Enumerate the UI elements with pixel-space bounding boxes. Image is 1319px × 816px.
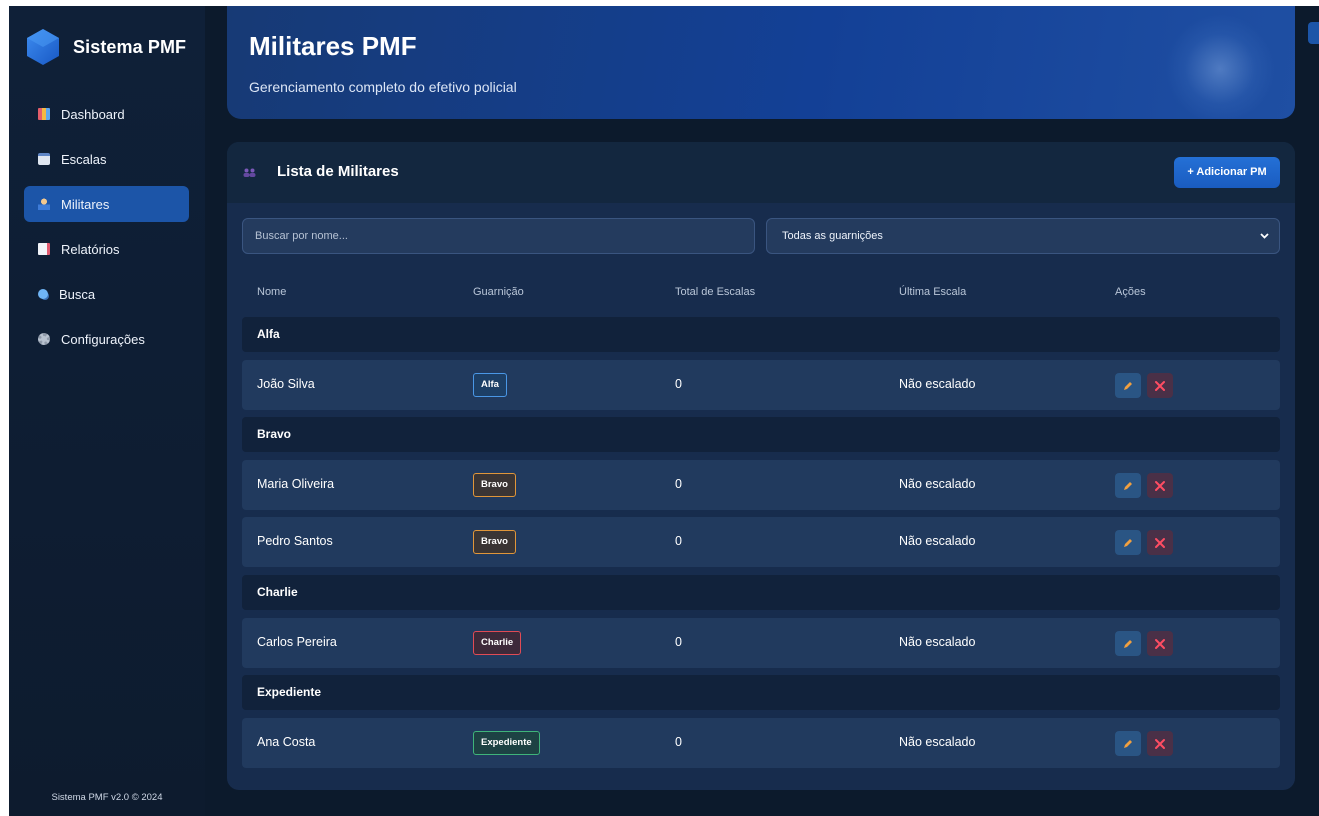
sidebar-nav: Dashboard Escalas Militares Relatórios B… bbox=[24, 96, 189, 366]
cell-nome: Pedro Santos bbox=[257, 534, 333, 548]
sidebar-item-relatorios[interactable]: Relatórios bbox=[24, 231, 189, 267]
pencil-icon bbox=[1124, 482, 1132, 490]
cell-total: 0 bbox=[675, 735, 682, 749]
edit-button[interactable] bbox=[1115, 373, 1141, 398]
guarnicao-badge: Bravo bbox=[473, 530, 516, 554]
app-shell: Sistema PMF Dashboard Escalas Militares … bbox=[9, 6, 1319, 816]
sidebar-item-label: Militares bbox=[61, 196, 110, 212]
brand-name: Sistema PMF bbox=[73, 36, 187, 57]
sidebar-footer: Sistema PMF v2.0 © 2024 bbox=[51, 792, 163, 803]
report-icon bbox=[38, 243, 50, 255]
edit-button[interactable] bbox=[1115, 731, 1141, 756]
column-header-acoes: Ações bbox=[1115, 286, 1146, 298]
edit-button[interactable] bbox=[1115, 473, 1141, 498]
add-pm-button[interactable]: + Adicionar PM bbox=[1174, 157, 1280, 188]
select-value: Todas as guarnições bbox=[782, 230, 883, 242]
cell-total: 0 bbox=[675, 534, 682, 548]
table-row: Carlos Pereira Charlie 0 Não escalado bbox=[242, 618, 1280, 668]
column-header-total: Total de Escalas bbox=[675, 286, 756, 298]
pencil-icon bbox=[1124, 382, 1132, 390]
table-row: Maria Oliveira Bravo 0 Não escalado bbox=[242, 460, 1280, 510]
sidebar-item-escalas[interactable]: Escalas bbox=[24, 141, 189, 177]
group-header-alfa: Alfa bbox=[242, 317, 1280, 352]
page-header: Militares PMF Gerenciamento completo do … bbox=[227, 6, 1295, 119]
table-row: Pedro Santos Bravo 0 Não escalado bbox=[242, 517, 1280, 567]
people-icon bbox=[243, 168, 256, 177]
card-title: Lista de Militares bbox=[277, 163, 399, 180]
page-subtitle: Gerenciamento completo do efetivo polici… bbox=[249, 79, 517, 95]
gear-icon bbox=[38, 333, 50, 345]
delete-button[interactable] bbox=[1147, 530, 1173, 555]
guarnicao-badge: Expediente bbox=[473, 731, 540, 755]
officer-icon bbox=[38, 198, 50, 210]
header-glow-decoration bbox=[1165, 14, 1275, 119]
hexagon-logo-icon bbox=[27, 29, 59, 65]
delete-button[interactable] bbox=[1147, 373, 1173, 398]
cell-nome: João Silva bbox=[257, 377, 315, 391]
column-header-nome: Nome bbox=[257, 286, 287, 298]
cell-ultima: Não escalado bbox=[899, 635, 976, 649]
close-icon bbox=[1155, 381, 1165, 391]
table-row: João Silva Alfa 0 Não escalado bbox=[242, 360, 1280, 410]
pencil-icon bbox=[1124, 640, 1132, 648]
cell-nome: Maria Oliveira bbox=[257, 477, 335, 491]
sidebar-item-label: Dashboard bbox=[61, 106, 125, 122]
group-header-expediente: Expediente bbox=[242, 675, 1280, 710]
cell-total: 0 bbox=[675, 477, 682, 491]
sidebar-item-label: Relatórios bbox=[61, 241, 120, 257]
sidebar-item-label: Busca bbox=[59, 286, 96, 302]
cell-ultima: Não escalado bbox=[899, 534, 976, 548]
cell-nome: Ana Costa bbox=[257, 735, 316, 749]
delete-button[interactable] bbox=[1147, 731, 1173, 756]
table-row: Ana Costa Expediente 0 Não escalado bbox=[242, 718, 1280, 768]
close-icon bbox=[1155, 739, 1165, 749]
group-header-charlie: Charlie bbox=[242, 575, 1280, 610]
sidebar-item-label: Configurações bbox=[61, 331, 145, 347]
search-icon bbox=[38, 289, 48, 299]
close-icon bbox=[1155, 639, 1165, 649]
cell-total: 0 bbox=[675, 635, 682, 649]
close-icon bbox=[1155, 538, 1165, 548]
card-header: Lista de Militares + Adicionar PM bbox=[227, 142, 1295, 203]
guarnicao-select[interactable]: Todas as guarnições bbox=[766, 218, 1280, 254]
group-header-bravo: Bravo bbox=[242, 417, 1280, 452]
sidebar-item-label: Escalas bbox=[61, 151, 107, 167]
delete-button[interactable] bbox=[1147, 473, 1173, 498]
sidebar-item-dashboard[interactable]: Dashboard bbox=[24, 96, 189, 132]
pencil-icon bbox=[1124, 740, 1132, 748]
delete-button[interactable] bbox=[1147, 631, 1173, 656]
edit-button[interactable] bbox=[1115, 530, 1141, 555]
table-header: Nome Guarnição Total de Escalas Última E… bbox=[242, 286, 1280, 300]
sidebar-item-configuracoes[interactable]: Configurações bbox=[24, 321, 189, 357]
militares-card: Lista de Militares + Adicionar PM Todas … bbox=[227, 142, 1295, 790]
cell-ultima: Não escalado bbox=[899, 735, 976, 749]
page-title: Militares PMF bbox=[249, 31, 417, 61]
cell-ultima: Não escalado bbox=[899, 477, 976, 491]
guarnicao-badge: Charlie bbox=[473, 631, 522, 655]
guarnicao-badge: Alfa bbox=[473, 373, 507, 397]
cell-nome: Carlos Pereira bbox=[257, 635, 337, 649]
guarnicao-badge: Bravo bbox=[473, 473, 516, 497]
close-icon bbox=[1155, 481, 1165, 491]
calendar-icon bbox=[38, 153, 50, 165]
chart-icon bbox=[38, 108, 50, 120]
edge-tab-button[interactable] bbox=[1308, 22, 1319, 44]
edit-button[interactable] bbox=[1115, 631, 1141, 656]
chevron-down-icon bbox=[1260, 233, 1269, 239]
filters-bar: Todas as guarnições bbox=[242, 218, 1280, 254]
column-header-ultima: Última Escala bbox=[899, 286, 967, 298]
sidebar: Sistema PMF Dashboard Escalas Militares … bbox=[9, 6, 205, 816]
sidebar-item-militares[interactable]: Militares bbox=[24, 186, 189, 222]
brand[interactable]: Sistema PMF bbox=[24, 28, 186, 66]
cell-total: 0 bbox=[675, 377, 682, 391]
search-input[interactable] bbox=[242, 218, 755, 254]
pencil-icon bbox=[1124, 539, 1132, 547]
column-header-guarnicao: Guarnição bbox=[473, 286, 524, 298]
cell-ultima: Não escalado bbox=[899, 377, 976, 391]
sidebar-item-busca[interactable]: Busca bbox=[24, 276, 189, 312]
